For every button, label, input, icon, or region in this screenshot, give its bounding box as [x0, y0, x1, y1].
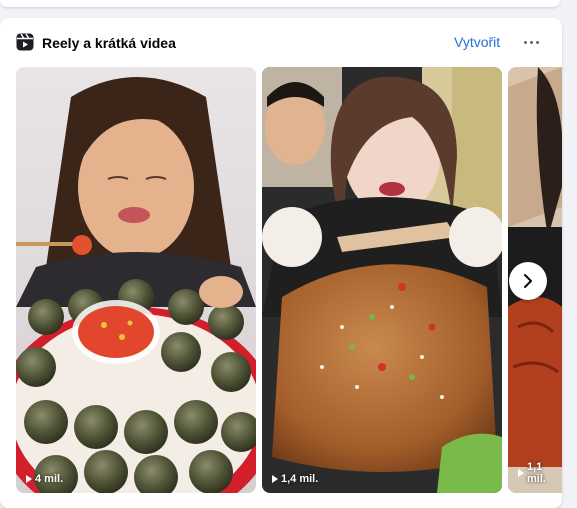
reel-thumbnail — [16, 67, 256, 493]
play-icon — [26, 475, 32, 483]
previous-card — [0, 0, 560, 7]
ellipsis-icon — [524, 41, 527, 44]
view-count: 4 mil. — [26, 473, 63, 485]
reel-card[interactable]: 4 mil. — [16, 67, 256, 493]
reels-header: Reely a krátká videa Vytvořit — [0, 18, 562, 68]
reels-section: Reely a krátká videa Vytvořit 4 mil. 1,4… — [0, 18, 562, 508]
reel-thumbnail — [262, 67, 502, 493]
play-icon — [518, 469, 524, 477]
play-icon — [272, 475, 278, 483]
reel-card[interactable]: 1,4 mil. — [262, 67, 502, 493]
next-reels-button[interactable] — [509, 262, 547, 300]
section-title: Reely a krátká videa — [42, 35, 176, 51]
view-count: 1,1 mil. — [518, 461, 562, 485]
create-reel-link[interactable]: Vytvořit — [454, 33, 500, 51]
reels-icon — [16, 33, 34, 51]
view-count: 1,4 mil. — [272, 473, 318, 485]
more-options-button[interactable] — [520, 32, 544, 52]
chevron-right-icon — [524, 274, 532, 288]
